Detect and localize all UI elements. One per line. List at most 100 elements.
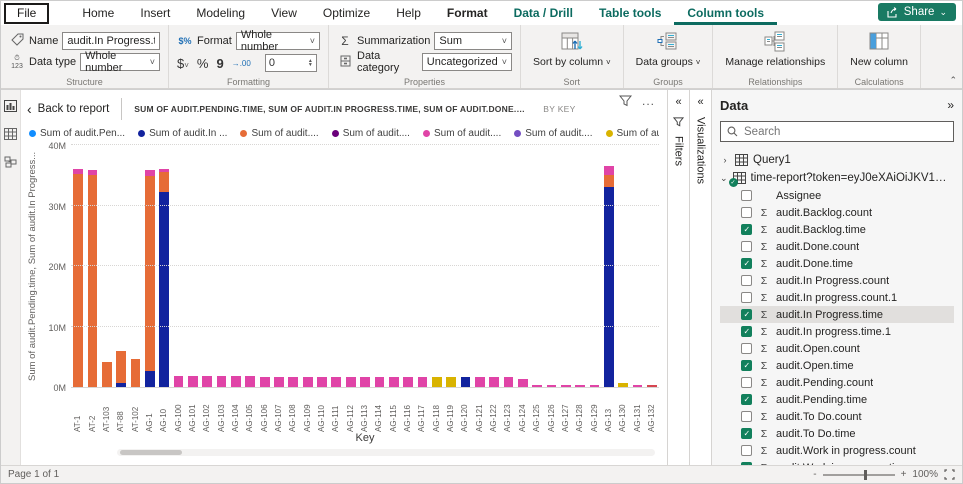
zoom-slider-thumb[interactable] xyxy=(864,470,867,480)
bar-segment-open xyxy=(504,377,514,387)
checkbox-checked[interactable] xyxy=(741,224,752,235)
field-row-audit-in-progress-time[interactable]: Σaudit.In Progress.time xyxy=(720,306,954,323)
comma-button[interactable]: 9 xyxy=(216,56,223,71)
field-row-audit-to-do-time[interactable]: Σaudit.To Do.time xyxy=(720,425,954,442)
expand-visualizations-icon[interactable]: « xyxy=(697,97,703,108)
model-view-icon[interactable] xyxy=(4,156,17,168)
table-view-icon[interactable] xyxy=(4,128,17,140)
summarization-dropdown[interactable]: Sum˅ xyxy=(434,32,512,50)
checkbox-unchecked[interactable] xyxy=(741,241,752,252)
data-type-dropdown[interactable]: Whole number˅ xyxy=(80,53,160,71)
checkbox-unchecked[interactable] xyxy=(741,377,752,388)
thousands-separator-button[interactable]: →.00 xyxy=(232,59,251,68)
field-row-audit-open-count[interactable]: Σaudit.Open.count xyxy=(720,340,954,357)
field-row-audit-to-do-count[interactable]: Σaudit.To Do.count xyxy=(720,408,954,425)
tab-optimize[interactable]: Optimize xyxy=(310,1,383,25)
tab-insert[interactable]: Insert xyxy=(127,1,183,25)
data-groups-button[interactable]: Data groups ˅ xyxy=(632,31,705,68)
tab-data-drill[interactable]: Data / Drill xyxy=(501,1,586,25)
checkbox-checked[interactable] xyxy=(741,326,752,337)
field-row-audit-done-count[interactable]: Σaudit.Done.count xyxy=(720,238,954,255)
visualizations-pane-label[interactable]: Visualizations xyxy=(695,117,707,184)
stepper-arrows-icon[interactable]: ▲▼ xyxy=(308,59,313,67)
collapse-data-pane-icon[interactable]: » xyxy=(947,98,954,112)
tab-view[interactable]: View xyxy=(258,1,310,25)
checkbox-unchecked[interactable] xyxy=(741,343,752,354)
tab-table-tools[interactable]: Table tools xyxy=(586,1,674,25)
checkbox-checked[interactable] xyxy=(741,309,752,320)
tab-home[interactable]: Home xyxy=(69,1,127,25)
field-row-audit-in-progress-count[interactable]: Σaudit.In Progress.count xyxy=(720,272,954,289)
file-tab[interactable]: File xyxy=(4,3,49,24)
checkbox-unchecked[interactable] xyxy=(741,292,752,303)
checkbox-checked[interactable] xyxy=(741,258,752,269)
zoom-in-button[interactable]: + xyxy=(901,469,907,480)
checkbox-unchecked[interactable] xyxy=(741,275,752,286)
filters-pane-label[interactable]: Filters xyxy=(673,136,685,166)
back-to-report-button[interactable]: ‹ Back to report xyxy=(27,101,109,117)
expand-filters-icon[interactable]: « xyxy=(675,97,681,108)
new-column-button[interactable]: New column xyxy=(846,31,912,68)
checkbox-unchecked[interactable] xyxy=(741,445,752,456)
sort-by-column-button[interactable]: Sort by column ˅ xyxy=(529,31,615,68)
tree-chevron-icon[interactable]: ⌄ xyxy=(720,173,728,184)
tab-help[interactable]: Help xyxy=(383,1,434,25)
tab-column-tools[interactable]: Column tools xyxy=(674,1,777,25)
more-options-icon[interactable]: ... xyxy=(642,94,655,108)
legend-item-pending[interactable]: Sum of audit.Pen... xyxy=(29,128,125,139)
name-input[interactable] xyxy=(67,35,155,47)
share-button[interactable]: Share ⌄ xyxy=(878,3,956,21)
field-row-audit-work-in-progress-count[interactable]: Σaudit.Work in progress.count xyxy=(720,442,954,459)
field-row-audit-in-progress-count-1[interactable]: Σaudit.In progress.count.1 xyxy=(720,289,954,306)
legend-item-todo[interactable]: Sum of audit.... xyxy=(514,128,592,139)
zoom-out-button[interactable]: - xyxy=(813,469,816,480)
checkbox-unchecked[interactable] xyxy=(741,190,752,201)
field-row-audit-open-time[interactable]: Σaudit.Open.time xyxy=(720,357,954,374)
ribbon-group-formatting: $% Format Whole number˅ $˅ % 9 →.00 0 ▲▼… xyxy=(169,25,329,88)
checkbox-unchecked[interactable] xyxy=(741,411,752,422)
bar-segment-open xyxy=(274,377,284,387)
data-category-dropdown[interactable]: Uncategorized˅ xyxy=(422,53,512,71)
search-icon xyxy=(727,126,738,137)
field-row-audit-done-time[interactable]: Σaudit.Done.time xyxy=(720,255,954,272)
field-row-audit-in-progress-time-1[interactable]: Σaudit.In progress.time.1 xyxy=(720,323,954,340)
table-row-query1[interactable]: › Query1 xyxy=(720,151,954,169)
chart-legend: Sum of audit.Pen... Sum of audit.In ... Su… xyxy=(29,125,659,142)
field-row-audit-pending-time[interactable]: Σaudit.Pending.time xyxy=(720,391,954,408)
legend-dot-icon xyxy=(514,130,521,137)
legend-item-open[interactable]: Sum of audit.... xyxy=(423,128,501,139)
legend-item-inprogress1[interactable]: Sum of audit.... xyxy=(606,128,660,139)
format-dropdown[interactable]: Whole number˅ xyxy=(236,32,320,50)
checkbox-unchecked[interactable] xyxy=(741,207,752,218)
filter-funnel-icon[interactable] xyxy=(619,95,632,107)
format-icon: $% xyxy=(177,36,193,46)
search-input[interactable] xyxy=(744,126,947,138)
field-row-audit-pending-count[interactable]: Σaudit.Pending.count xyxy=(720,374,954,391)
tree-chevron-icon[interactable]: › xyxy=(720,155,730,165)
collapse-ribbon-icon[interactable]: ⌃ xyxy=(949,75,957,86)
currency-button[interactable]: $˅ xyxy=(177,56,189,71)
checkbox-checked[interactable] xyxy=(741,428,752,439)
fit-to-page-icon[interactable] xyxy=(944,469,955,480)
percent-button[interactable]: % xyxy=(197,56,209,71)
checkbox-checked[interactable] xyxy=(741,394,752,405)
chart-horizontal-scrollbar[interactable] xyxy=(117,449,655,456)
scrollbar-thumb[interactable] xyxy=(120,450,182,455)
legend-item-backlog[interactable]: Sum of audit.... xyxy=(332,128,410,139)
table-row-time-report[interactable]: ⌄ ✓ time-report?token=eyJ0eXAiOiJKV1QiLC… xyxy=(720,169,954,187)
data-groups-icon xyxy=(656,31,680,53)
tab-format[interactable]: Format xyxy=(434,1,501,25)
zoom-slider[interactable] xyxy=(823,474,895,476)
tab-modeling[interactable]: Modeling xyxy=(183,1,258,25)
field-row-audit-backlog-time[interactable]: Σaudit.Backlog.time xyxy=(720,221,954,238)
manage-relationships-button[interactable]: Manage relationships xyxy=(721,31,829,68)
checkbox-checked[interactable] xyxy=(741,360,752,371)
checkbox-checked[interactable] xyxy=(741,462,752,465)
data-search-box[interactable] xyxy=(720,121,954,142)
legend-item-inprogress[interactable]: Sum of audit.In ... xyxy=(138,128,227,139)
report-view-icon[interactable] xyxy=(4,100,17,112)
field-row-audit-backlog-count[interactable]: Σaudit.Backlog.count xyxy=(720,204,954,221)
decimal-places-stepper[interactable]: 0 ▲▼ xyxy=(265,54,317,72)
field-row-assignee[interactable]: Assignee xyxy=(720,187,954,204)
legend-item-done[interactable]: Sum of audit.... xyxy=(240,128,318,139)
